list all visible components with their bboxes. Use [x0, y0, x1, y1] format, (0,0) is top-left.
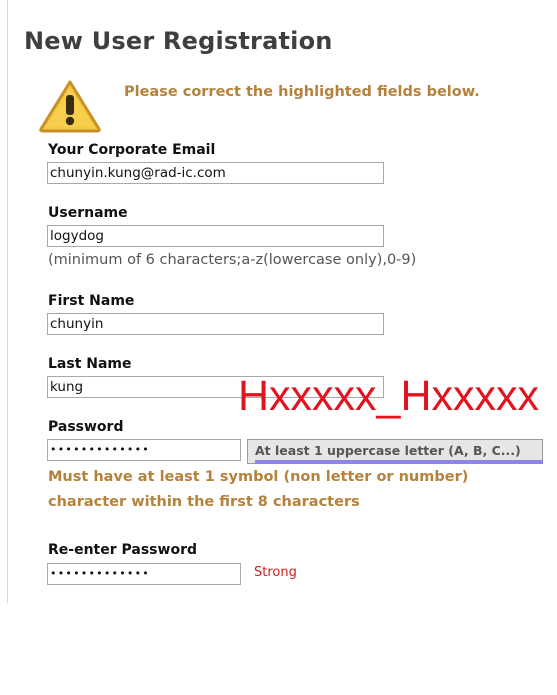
username-hint: (minimum of 6 characters;a-z(lowercase o… [48, 252, 417, 268]
password-label: Password [48, 419, 124, 435]
password-error-line-1: Must have at least 1 symbol (non letter … [48, 469, 469, 485]
password-error-line-2: character within the first 8 characters [48, 494, 360, 510]
password-field[interactable]: ••••••••••••• [47, 439, 241, 461]
warning-triangle-icon [39, 80, 101, 133]
password-error-message: Must have at least 1 symbol (non letter … [48, 465, 468, 515]
username-label: Username [48, 205, 128, 221]
reenter-password-field[interactable]: ••••••••••••• [47, 563, 241, 585]
email-label: Your Corporate Email [48, 142, 216, 158]
password-strength-bar [255, 460, 543, 464]
reenter-password-label: Re-enter Password [48, 542, 197, 558]
validation-warning-message: Please correct the highlighted fields be… [124, 84, 480, 100]
first-name-label: First Name [48, 293, 135, 309]
password-strength-label: Strong [254, 565, 297, 580]
last-name-label: Last Name [48, 356, 132, 372]
redacted-overlay-text: Hxxxxx_Hxxxxx [238, 372, 540, 420]
first-name-field[interactable]: chunyin [47, 313, 384, 335]
page-title: New User Registration [24, 27, 333, 55]
email-field[interactable]: chunyin.kung@rad-ic.com [47, 162, 384, 184]
username-field[interactable]: logydog [47, 225, 384, 247]
left-divider [7, 0, 8, 603]
